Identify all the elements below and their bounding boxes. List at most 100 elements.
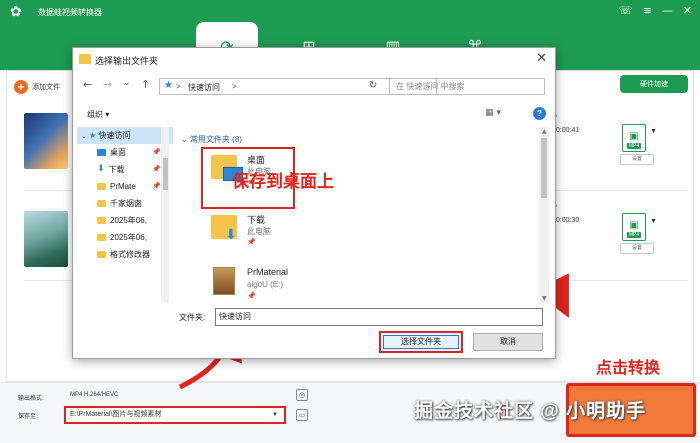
- nav-scrollbar[interactable]: [161, 127, 169, 303]
- folder-icon: [97, 217, 106, 225]
- collapse-chevron-icon[interactable]: ⌄: [181, 135, 190, 144]
- minimize-icon[interactable]: —: [662, 4, 673, 17]
- row-duration: 00:00:30: [552, 217, 580, 224]
- folder-item-downloads[interactable]: ⬇ 下载 此电脑 📌: [203, 209, 463, 261]
- format-settings-icon[interactable]: ◎: [296, 389, 308, 401]
- folder-icon: [97, 234, 106, 242]
- folder-name-input[interactable]: 快速访问: [215, 308, 543, 326]
- output-format-icon[interactable]: ▣ MP4: [622, 124, 646, 152]
- video-thumbnail[interactable]: [24, 113, 68, 169]
- annotation-click-convert: 点击转换: [596, 360, 661, 377]
- dialog-toolbar: 组织 ▾ ▦ ▾ ?: [73, 103, 555, 125]
- refresh-icon[interactable]: ↻: [369, 80, 377, 91]
- save-to-field[interactable]: E:\PrMaterial\图片与视频素材 ▼: [64, 406, 286, 424]
- hw-accel-button[interactable]: 硬件加速: [620, 75, 688, 93]
- folder-icon: [97, 183, 106, 191]
- feedback-icon[interactable]: ☏: [619, 4, 633, 17]
- folder-item-name: 下载: [247, 215, 266, 225]
- nav-item-desktop[interactable]: 桌面 📌: [77, 144, 173, 161]
- folder-item-name: PrMaterial: [247, 267, 289, 277]
- help-icon[interactable]: ?: [533, 107, 546, 120]
- save-to-path: E:\PrMaterial\图片与视频素材: [70, 411, 162, 418]
- nav-item-label: 下载: [108, 165, 125, 174]
- format-dropdown-icon[interactable]: ▼: [650, 218, 657, 225]
- download-icon: ⬇: [97, 164, 105, 175]
- breadcrumb-separator[interactable]: >: [232, 82, 237, 91]
- nav-item-downloads[interactable]: ⬇ 下载 📌: [77, 161, 173, 178]
- select-folder-dialog: 选择输出文件夹 ✕ ← → ⌄ ↑ ★ > 快速访问 > ⌄ ↻ 在 快速访问 …: [72, 47, 556, 359]
- open-folder-icon[interactable]: ▭: [296, 409, 308, 421]
- nav-item-folder[interactable]: 千家烟囱: [77, 195, 173, 212]
- nav-item-folder[interactable]: 格式修改器: [77, 246, 173, 263]
- nav-item-label: 2025年06,: [110, 233, 147, 242]
- up-arrow-icon[interactable]: ↑: [141, 78, 150, 91]
- scroll-down-icon[interactable]: ▼: [542, 295, 547, 302]
- format-tag: MP4: [626, 232, 642, 238]
- output-format-icon[interactable]: ▣ MP4: [622, 213, 646, 241]
- save-to-label: 保存至:: [18, 414, 38, 420]
- pin-icon: 📌: [247, 292, 256, 300]
- pin-icon: 📌: [152, 165, 161, 173]
- folder-icon: [97, 200, 106, 208]
- nav-item-quick-access[interactable]: ⌄ ★ 快速访问: [77, 127, 173, 144]
- content-scrollbar-thumb[interactable]: [541, 138, 547, 198]
- select-folder-button[interactable]: 选择文件夹: [379, 331, 463, 353]
- breadcrumb-separator[interactable]: >: [176, 82, 181, 91]
- add-file-button[interactable]: + 添加文件: [14, 80, 60, 94]
- folder-name-label: 文件夹:: [179, 313, 206, 322]
- format-dropdown-icon[interactable]: ▼: [650, 128, 657, 135]
- settings-button[interactable]: 设置: [620, 154, 654, 165]
- plus-icon: +: [14, 80, 28, 94]
- nav-item-prmaterial[interactable]: PrMate 📌: [77, 178, 173, 195]
- nav-item-folder[interactable]: 2025年06,: [77, 229, 173, 246]
- nav-item-label: 桌面: [110, 148, 126, 157]
- folder-icon: [97, 251, 106, 259]
- output-format-label: 输出格式:: [18, 396, 44, 402]
- folder-item-location: 此电脑: [247, 227, 271, 236]
- app-logo-icon: ✿: [10, 4, 22, 20]
- dialog-close-icon[interactable]: ✕: [536, 51, 547, 66]
- row-duration: 00:00:41: [552, 127, 580, 134]
- folder-thumbnail: [213, 267, 235, 295]
- folder-icon: [79, 54, 91, 64]
- row-info: ≑ 00:00:30: [552, 200, 579, 228]
- search-input[interactable]: 在 快速访问 中搜索: [389, 78, 545, 95]
- app-title: 数据蛙视频转换器: [38, 8, 102, 17]
- view-options-icon[interactable]: ▦ ▾: [485, 108, 501, 118]
- navigation-pane: ⌄ ★ 快速访问 桌面 📌 ⬇ 下载 📌 PrMate 📌 千家烟囱 2025年0…: [77, 127, 173, 303]
- annotation-save-to-desktop: 保存到桌面上: [232, 172, 334, 191]
- recent-locations-icon[interactable]: ⌄: [123, 78, 131, 88]
- save-dropdown-icon[interactable]: ▼: [272, 408, 278, 422]
- close-icon[interactable]: ✕: [683, 4, 692, 17]
- nav-item-label: 2025年06,: [110, 216, 147, 225]
- nav-scrollbar-thumb[interactable]: [163, 158, 168, 190]
- breadcrumb-quick-access[interactable]: 快速访问: [188, 82, 220, 93]
- content-pane: ⌄ 常用文件夹 (8) 桌面 此电脑 📌 ⬇ 下载 此电脑 📌 PrMateri…: [177, 127, 549, 303]
- quick-access-icon: ★: [164, 80, 173, 91]
- star-icon: ★: [89, 131, 97, 140]
- nav-item-label: 千家烟囱: [110, 199, 142, 208]
- organize-menu[interactable]: 组织 ▾: [87, 109, 109, 120]
- scroll-up-icon[interactable]: ▲: [542, 128, 547, 135]
- format-tag: MP4: [626, 143, 642, 149]
- settings-button[interactable]: 设置: [620, 243, 654, 254]
- select-folder-label: 选择文件夹: [383, 335, 459, 349]
- nav-item-label: PrMate: [110, 182, 136, 191]
- menu-icon[interactable]: ≡: [643, 4, 652, 17]
- dialog-titlebar: 选择输出文件夹 ✕: [73, 48, 555, 72]
- nav-item-label: 快速访问: [98, 131, 131, 140]
- add-file-label: 添加文件: [32, 84, 60, 91]
- hw-accel-label: 硬件加速: [640, 81, 668, 88]
- video-thumbnail[interactable]: [24, 211, 68, 267]
- nav-item-folder[interactable]: 2025年06,: [77, 212, 173, 229]
- group-header[interactable]: ⌄ 常用文件夹 (8): [181, 134, 242, 145]
- collapse-chevron-icon[interactable]: ⌄: [81, 133, 87, 140]
- cancel-button[interactable]: 取消: [473, 333, 543, 351]
- desktop-icon: [97, 149, 106, 157]
- forward-arrow-icon[interactable]: →: [103, 78, 112, 91]
- output-format-field[interactable]: MP4 H.264/HEVC: [68, 388, 286, 402]
- pin-icon: 📌: [152, 148, 161, 156]
- group-header-label: 常用文件夹 (8): [189, 135, 242, 144]
- back-arrow-icon[interactable]: ←: [83, 78, 92, 91]
- folder-item-prmaterial[interactable]: PrMaterial aigoU (E:) 📌: [203, 263, 463, 303]
